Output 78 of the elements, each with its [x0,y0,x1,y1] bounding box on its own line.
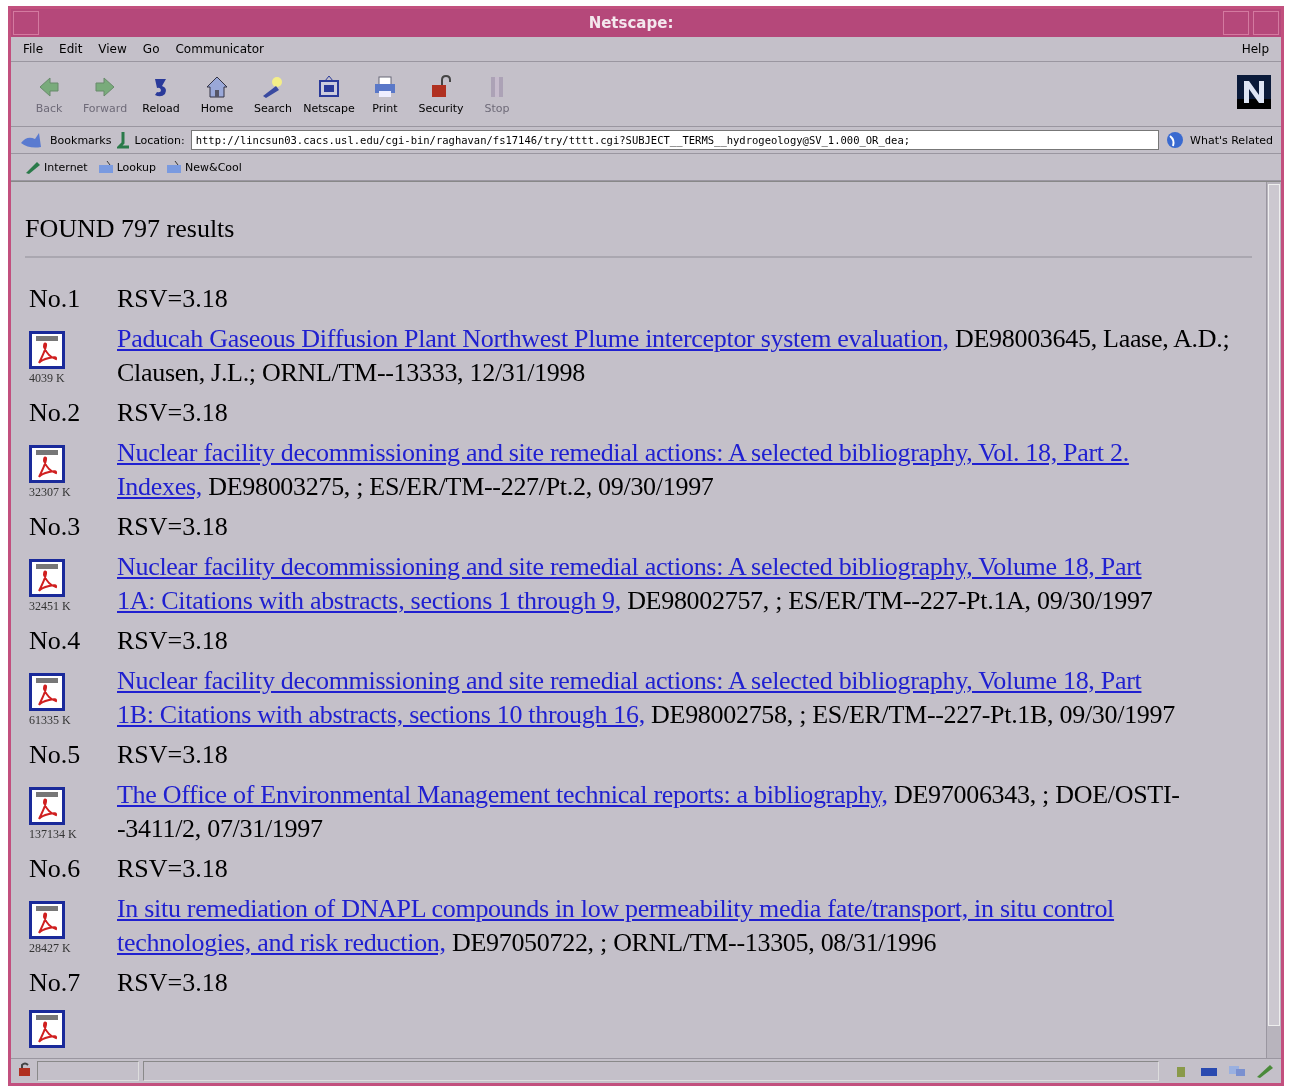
pdf-file-icon [29,900,65,939]
padlock-icon [17,1061,33,1077]
pencil-icon [25,160,41,174]
result-number: No.7 [29,967,82,999]
menu-item[interactable]: File [23,42,44,56]
result-citation: The Office of Environmental Management technical reports: a bibliography, DE97006343, ; DOE/OSTI--3411/2, 07/31/1997 [117,779,1181,845]
file-size: 32451 K [29,598,71,614]
results-summary: FOUND 797 results [25,214,1252,258]
relevance-score: RSV=3.18 [117,283,229,315]
scrollbar[interactable] [1266,182,1281,1058]
toolbar-button[interactable]: Home [189,71,245,117]
pdf-file-icon [29,1010,65,1048]
pen-icon[interactable] [1255,1063,1275,1079]
toolbar-button[interactable]: Search [245,71,301,117]
menu-item[interactable]: Edit [59,42,83,56]
relevance-score: RSV=3.18 [117,853,229,885]
pdf-file-icon [29,786,65,825]
result-citation: Nuclear facility decommissioning and site remedial actions: A selected bibliography, Vol. 18, Part 2. Indexes, DE98003275, ; ES/ER/TM--227/Pt.2, 09/30/1997 [117,437,1130,503]
whats-related-button[interactable]: What's Related [1165,130,1273,150]
folder-icon [97,160,114,174]
file-size: 137134 K [29,826,77,842]
pdf-file-icon [29,330,65,369]
result-citation: Nuclear facility decommissioning and site remedial actions: A selected bibliography, Volume 18, Part 1B: Citations with abstracts, sections 10 through 16, DE98002758, ; ES/ER/TM--227-Pt.1B, 09/30/1997 [117,665,1176,731]
result-citation: Nuclear facility decommissioning and site remedial actions: A selected bibliography, Volume 18, Part 1A: Citations with abstracts, sections 1 through 9, DE98002757, ; ES/ER/TM--227-Pt.1A, 09/30/1997 [117,551,1154,617]
result-link[interactable]: 1A: Citations with abstracts, sections 1 through 9, [117,586,621,615]
result-link[interactable]: In situ remediation of DNAPL compounds in low permeability media fate/transport, in situ control [117,894,1115,923]
file-size: 4039 K [29,370,65,386]
relevance-score: RSV=3.18 [117,739,229,771]
bookmark-link[interactable]: New&Cool [166,160,242,174]
result-link[interactable]: The Office of Environmental Management technical reports: a bibliography, [117,780,888,809]
chat-icon[interactable] [1227,1063,1247,1079]
result-link[interactable]: Nuclear facility decommissioning and site remedial actions: A selected bibliography, Volume 18, Part [117,666,1142,695]
relevance-score: RSV=3.18 [117,967,229,999]
tv-icon [316,73,342,100]
printer-icon [372,73,398,100]
file-size: 28427 K [29,940,71,956]
window-menu-button[interactable] [13,11,39,35]
minimize-button[interactable] [1223,11,1249,35]
file-size: 61335 K [29,712,71,728]
relevance-score: RSV=3.18 [117,625,229,657]
result-citation: Paducah Gaseous Diffusion Plant Northwest Plume interceptor system evaluation, DE98003645, Laase, A.D.; Clausen, J.L.; ORNL/TM--13333, 12/31/1998 [117,323,1231,389]
result-number: No.2 [29,397,82,429]
result-number: No.6 [29,853,82,885]
scroll-thumb[interactable] [1268,184,1280,1026]
result-number: No.1 [29,283,82,315]
result-link[interactable]: Indexes, [117,472,202,501]
result-link[interactable]: 1B: Citations with abstracts, sections 10 through 16, [117,700,645,729]
menu-item[interactable]: Go [142,42,160,56]
result-number: No.5 [29,739,82,771]
menu-item[interactable]: Communicator [175,42,265,56]
toolbar-button[interactable]: Reload [133,71,189,117]
menu-item[interactable]: Help [1241,42,1269,56]
bookmark-link[interactable]: Lookup [97,160,157,174]
toolbar-button[interactable]: Print [357,71,413,117]
maximize-button[interactable] [1253,11,1279,35]
file-size: 32307 K [29,484,71,500]
relevance-score: RSV=3.18 [117,397,229,429]
toolbar-button[interactable]: Security [413,71,469,117]
location-label: Location: [134,133,185,147]
result-link[interactable]: technologies, and risk reduction, [117,928,446,957]
bookmark-link[interactable]: Internet [25,160,88,174]
folder-icon [166,160,183,174]
pdf-file-icon [29,444,65,483]
result-link[interactable]: Nuclear facility decommissioning and site remedial actions: A selected bibliography, Vol. 18, Part 2. [117,438,1129,467]
browser-logo-icon [1237,75,1271,109]
result-link[interactable]: Nuclear facility decommissioning and site remedial actions: A selected bibliography, Volume 18, Part [117,552,1142,581]
pdf-file-icon [29,558,65,597]
pdf-file-icon [29,672,65,711]
toolbar-button[interactable]: Netscape [301,71,357,117]
bookmarks-button[interactable]: Bookmarks [19,131,112,149]
result-number: No.4 [29,625,82,657]
menu-item[interactable]: View [98,42,127,56]
url-field[interactable]: http://lincsun03.cacs.usl.edu/cgi-bin/raghavan/fs17146/try/tttt.cgi?SUBJECT__TERMS__hydrogeology@SV_1.000_OR_dea; [190,130,1160,150]
result-citation: In situ remediation of DNAPL compounds in low permeability media fate/transport, in situ control technologies, and risk reduction, DE97050722, ; ORNL/TM--13305, 08/31/1996 [117,893,1116,959]
relevance-score: RSV=3.18 [117,511,229,543]
window-title: Netscape: [587,14,675,32]
result-link[interactable]: Paducah Gaseous Diffusion Plant Northwest Plume interceptor system evaluation, [117,324,949,353]
result-number: No.3 [29,511,82,543]
